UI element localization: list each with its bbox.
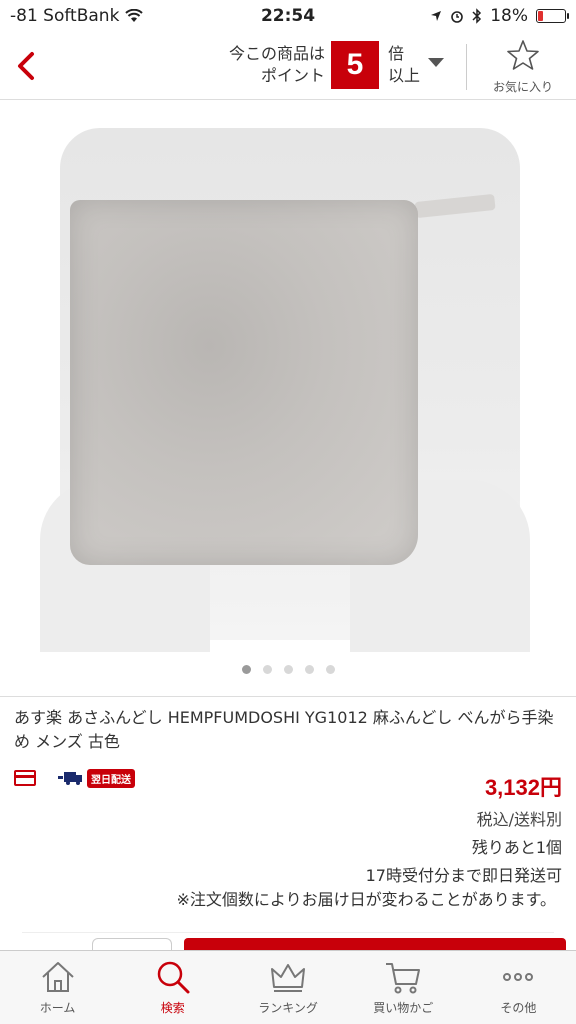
carousel-dot[interactable] bbox=[283, 665, 293, 674]
product-icons: 翌日配送 bbox=[14, 766, 135, 790]
location-icon bbox=[431, 11, 442, 21]
divider bbox=[0, 696, 576, 697]
point-suffix-line1: 倍 bbox=[388, 44, 405, 63]
point-label: 今この商品は ポイント bbox=[215, 43, 325, 87]
tab-label: 検索 bbox=[160, 1001, 185, 1015]
divider bbox=[22, 932, 554, 933]
truck-icon bbox=[58, 772, 82, 785]
tab-bar: ホーム 検索 ランキング 買い物かご その他 bbox=[0, 950, 576, 1024]
tab-more[interactable]: その他 bbox=[461, 951, 576, 1024]
carousel-dot[interactable] bbox=[262, 665, 272, 674]
point-label-line2: ポイント bbox=[260, 66, 325, 85]
carousel-dot[interactable] bbox=[325, 665, 335, 674]
chevron-down-icon[interactable] bbox=[428, 58, 444, 67]
point-multiplier: 5 bbox=[331, 41, 379, 89]
product-image[interactable] bbox=[0, 100, 576, 652]
point-suffix: 倍 以上 bbox=[388, 43, 420, 87]
tab-label: ランキング bbox=[258, 1001, 318, 1015]
bluetooth-icon bbox=[472, 8, 482, 24]
crown-icon bbox=[271, 964, 305, 992]
star-icon bbox=[507, 40, 539, 70]
carousel-dots bbox=[0, 665, 576, 674]
alarm-icon bbox=[451, 11, 464, 23]
search-icon bbox=[157, 961, 190, 994]
carousel-dot[interactable] bbox=[304, 665, 314, 674]
favorite-label: お気に入り bbox=[492, 80, 553, 94]
tab-cart[interactable]: 買い物かご bbox=[346, 951, 461, 1024]
fundoshi-cloth bbox=[70, 200, 418, 565]
favorite-button[interactable]: お気に入り bbox=[478, 38, 568, 96]
more-icon bbox=[503, 973, 534, 981]
product-title: あす楽 あさふんどし HEMPFUMDOSHI YG1012 麻ふんどし べんが… bbox=[14, 708, 554, 751]
battery-fill bbox=[538, 11, 544, 21]
home-icon bbox=[41, 962, 74, 992]
next-day-delivery: 翌日配送 bbox=[58, 768, 135, 788]
header: 今この商品は ポイント 5 倍 以上 お気に入り bbox=[0, 34, 576, 100]
tab-label: 買い物かご bbox=[373, 1001, 434, 1015]
battery-percent: 18% bbox=[490, 6, 528, 26]
tab-label: ホーム bbox=[39, 1001, 76, 1015]
tab-label: その他 bbox=[500, 1001, 537, 1015]
tax-note: 税込/送料別 bbox=[476, 810, 562, 829]
stock-remaining: 残りあと1個 bbox=[471, 838, 562, 857]
point-label-line1: 今この商品は bbox=[228, 44, 325, 63]
cart-icon bbox=[386, 963, 421, 994]
delivery-note: ※注文個数によりお届け日が変わることがあります。 bbox=[176, 890, 557, 909]
point-suffix-line2: 以上 bbox=[388, 66, 421, 85]
chevron-left-icon bbox=[18, 52, 34, 80]
battery-icon bbox=[536, 9, 569, 23]
ship-note: 17時受付分まで即日発送可 bbox=[365, 866, 562, 885]
status-right: 18% bbox=[430, 6, 569, 26]
tab-home[interactable]: ホーム bbox=[0, 951, 115, 1024]
delivery-badge: 翌日配送 bbox=[87, 768, 135, 788]
back-button[interactable] bbox=[8, 44, 44, 88]
tab-ranking[interactable]: ランキング bbox=[230, 951, 345, 1024]
carousel-dot[interactable] bbox=[241, 665, 251, 674]
status-bar: -81 SoftBank 22:54 18% bbox=[0, 0, 576, 34]
credit-card-icon bbox=[14, 770, 36, 786]
price: 3,132円 bbox=[484, 775, 562, 800]
tab-search[interactable]: 検索 bbox=[115, 951, 230, 1024]
header-divider bbox=[466, 44, 467, 90]
